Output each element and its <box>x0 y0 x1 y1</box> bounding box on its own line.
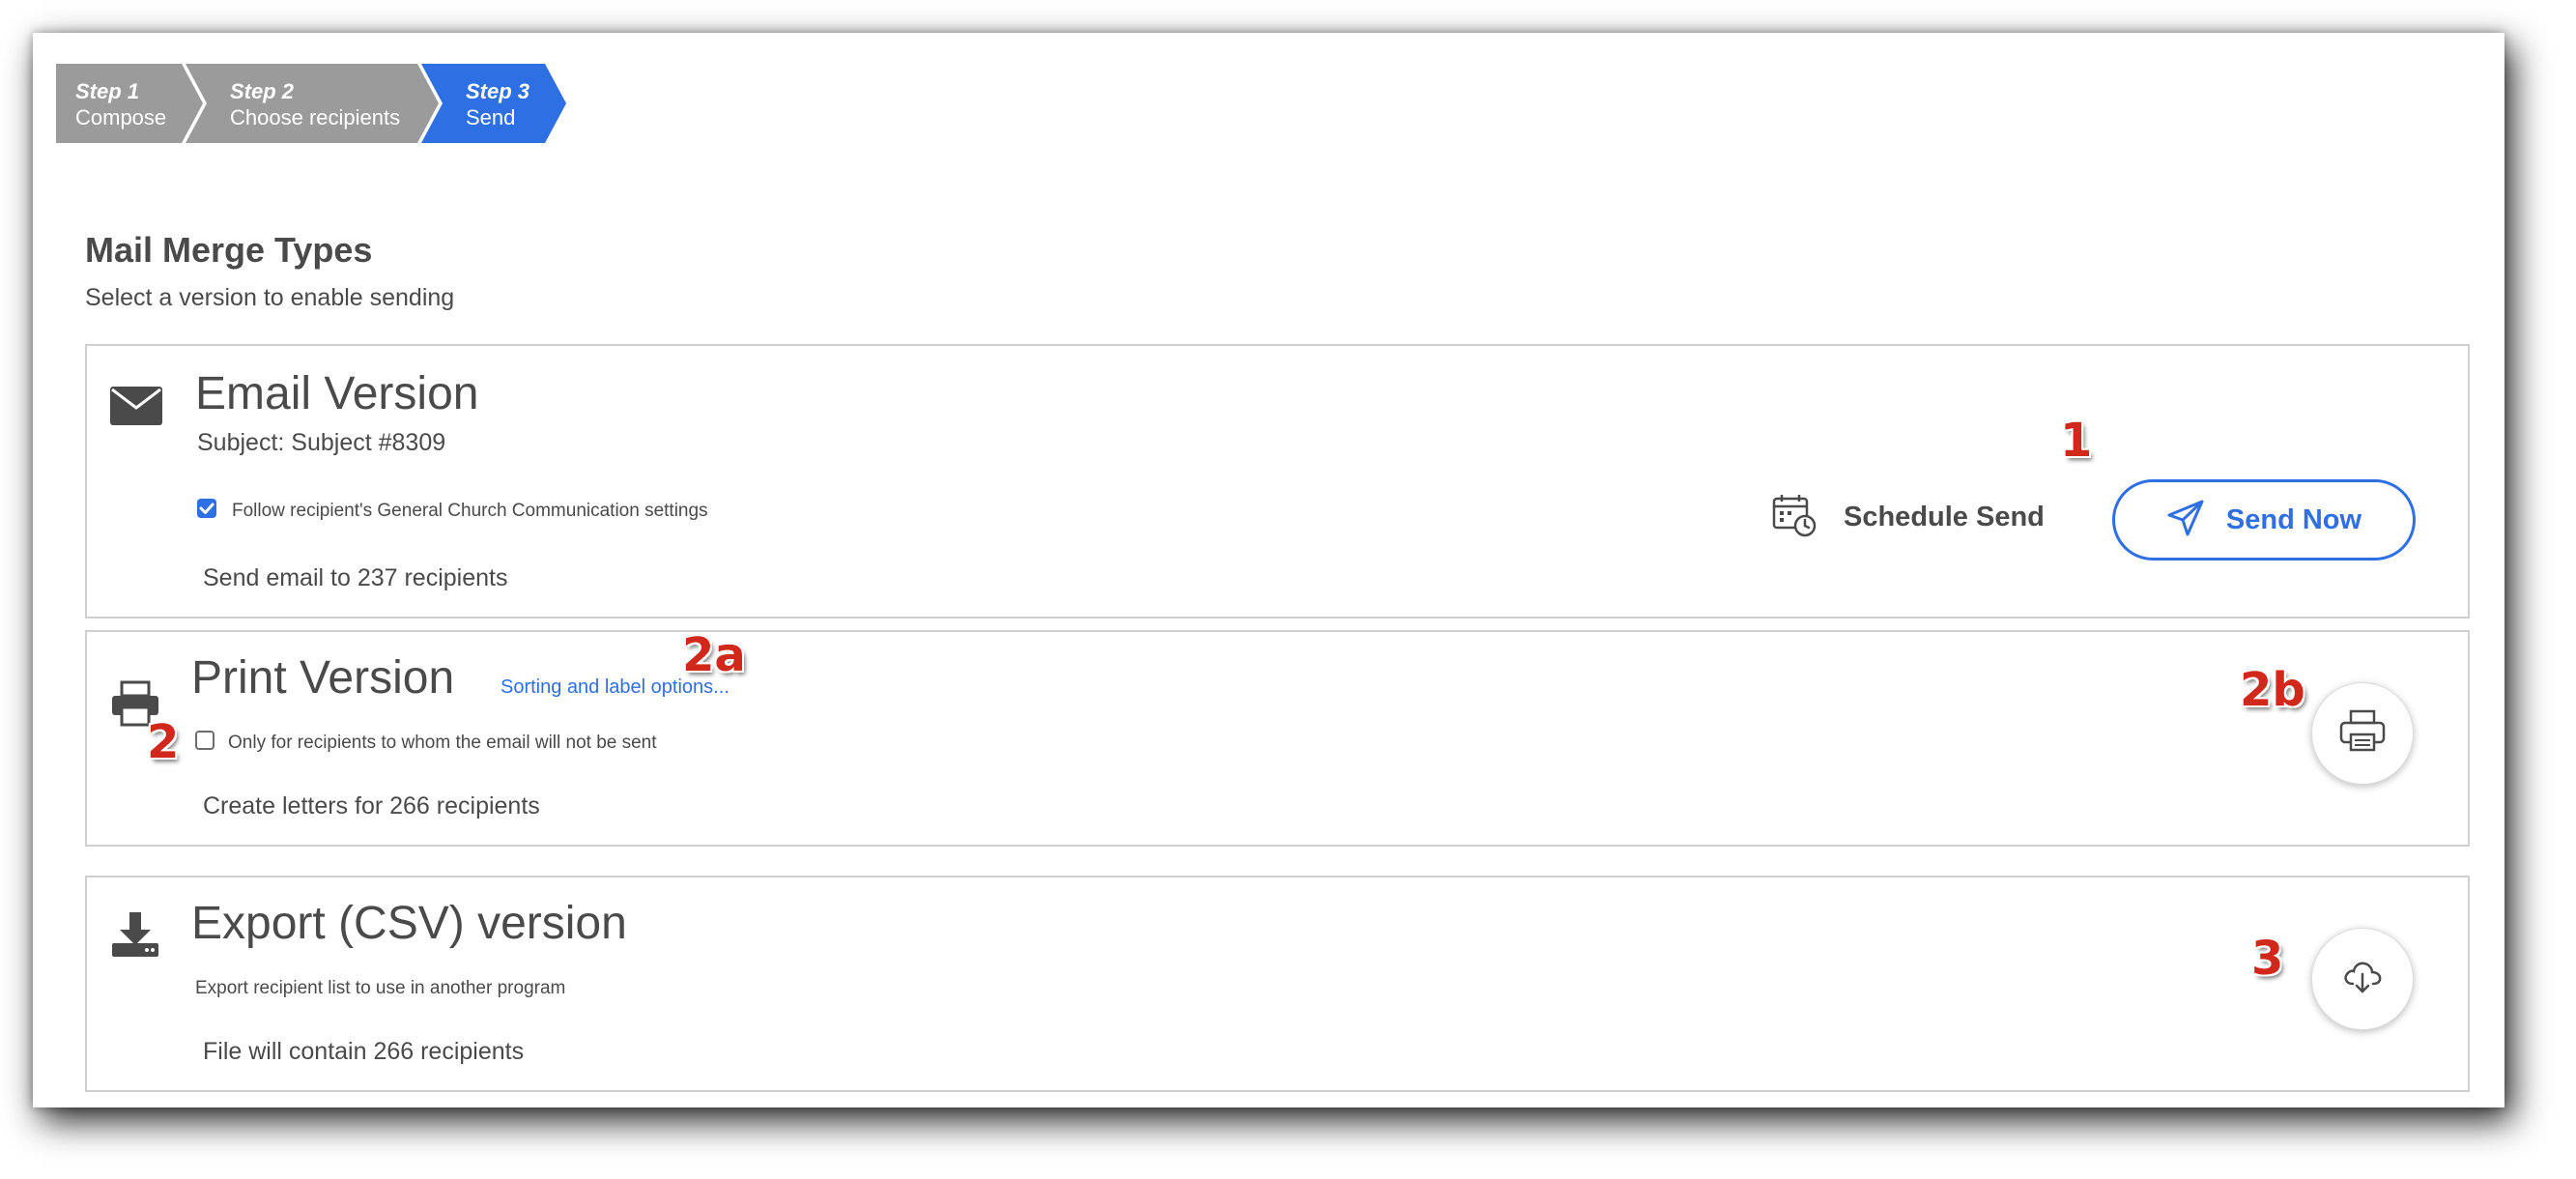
section-subtitle: Select a version to enable sending <box>85 284 455 311</box>
print-version-heading: Print Version <box>191 652 455 704</box>
step-number: Step 2 <box>230 79 295 103</box>
callout-2a: 2a <box>682 628 746 682</box>
callout-2b: 2b <box>2240 663 2305 717</box>
only-non-email-checkbox[interactable] <box>195 731 215 750</box>
schedule-send-label: Schedule Send <box>1844 502 2045 532</box>
printer-icon <box>2339 709 2386 759</box>
export-button[interactable] <box>2311 928 2414 1030</box>
print-button[interactable] <box>2311 682 2414 785</box>
callout-2: 2 <box>147 715 180 769</box>
schedule-send-button[interactable]: Schedule Send <box>1772 493 2045 542</box>
envelope-icon <box>110 385 162 432</box>
follow-settings-checkbox[interactable] <box>197 499 216 518</box>
cloud-download-icon <box>2342 959 2383 1000</box>
section-title: Mail Merge Types <box>85 230 373 270</box>
export-version-panel: Export (CSV) version Export recipient li… <box>85 876 2470 1092</box>
send-now-label: Send Now <box>2225 503 2362 535</box>
print-version-panel: Print Version Sorting and label options.… <box>85 630 2470 847</box>
only-non-email-label: Only for recipients to whom the email wi… <box>228 733 657 753</box>
export-description: Export recipient list to use in another … <box>195 978 566 998</box>
email-recipients-count: Send email to 237 recipients <box>203 564 508 591</box>
step-label: Choose recipients <box>230 105 401 129</box>
step-number: Step 1 <box>75 79 140 103</box>
export-version-heading: Export (CSV) version <box>191 898 627 949</box>
email-subject: Subject: Subject #8309 <box>197 429 446 456</box>
export-recipients-count: File will contain 266 recipients <box>203 1038 525 1065</box>
download-icon <box>110 910 160 963</box>
step-send[interactable]: Step 3 Send <box>421 64 566 143</box>
follow-settings-label: Follow recipient's General Church Commun… <box>232 501 708 521</box>
step-choose-recipients[interactable]: Step 2 Choose recipients <box>186 64 439 143</box>
stepper: Step 1 Compose Step 2 Choose recipients … <box>56 64 597 143</box>
step-compose[interactable]: Step 1 Compose <box>56 64 203 143</box>
step-label: Compose <box>75 105 167 129</box>
paper-plane-icon <box>2166 499 2205 542</box>
mail-merge-window: Step 1 Compose Step 2 Choose recipients … <box>33 33 2504 1107</box>
email-version-panel: Email Version Subject: Subject #8309 Fol… <box>85 344 2470 618</box>
step-label: Send <box>466 105 516 129</box>
send-now-button[interactable]: Send Now <box>2112 479 2416 561</box>
callout-3: 3 <box>2251 932 2284 986</box>
email-version-heading: Email Version <box>195 368 479 419</box>
callout-1: 1 <box>2060 414 2093 468</box>
check-icon <box>199 503 215 514</box>
print-recipients-count: Create letters for 266 recipients <box>203 792 540 820</box>
step-number: Step 3 <box>466 79 530 103</box>
calendar-clock-icon <box>1772 493 1817 542</box>
